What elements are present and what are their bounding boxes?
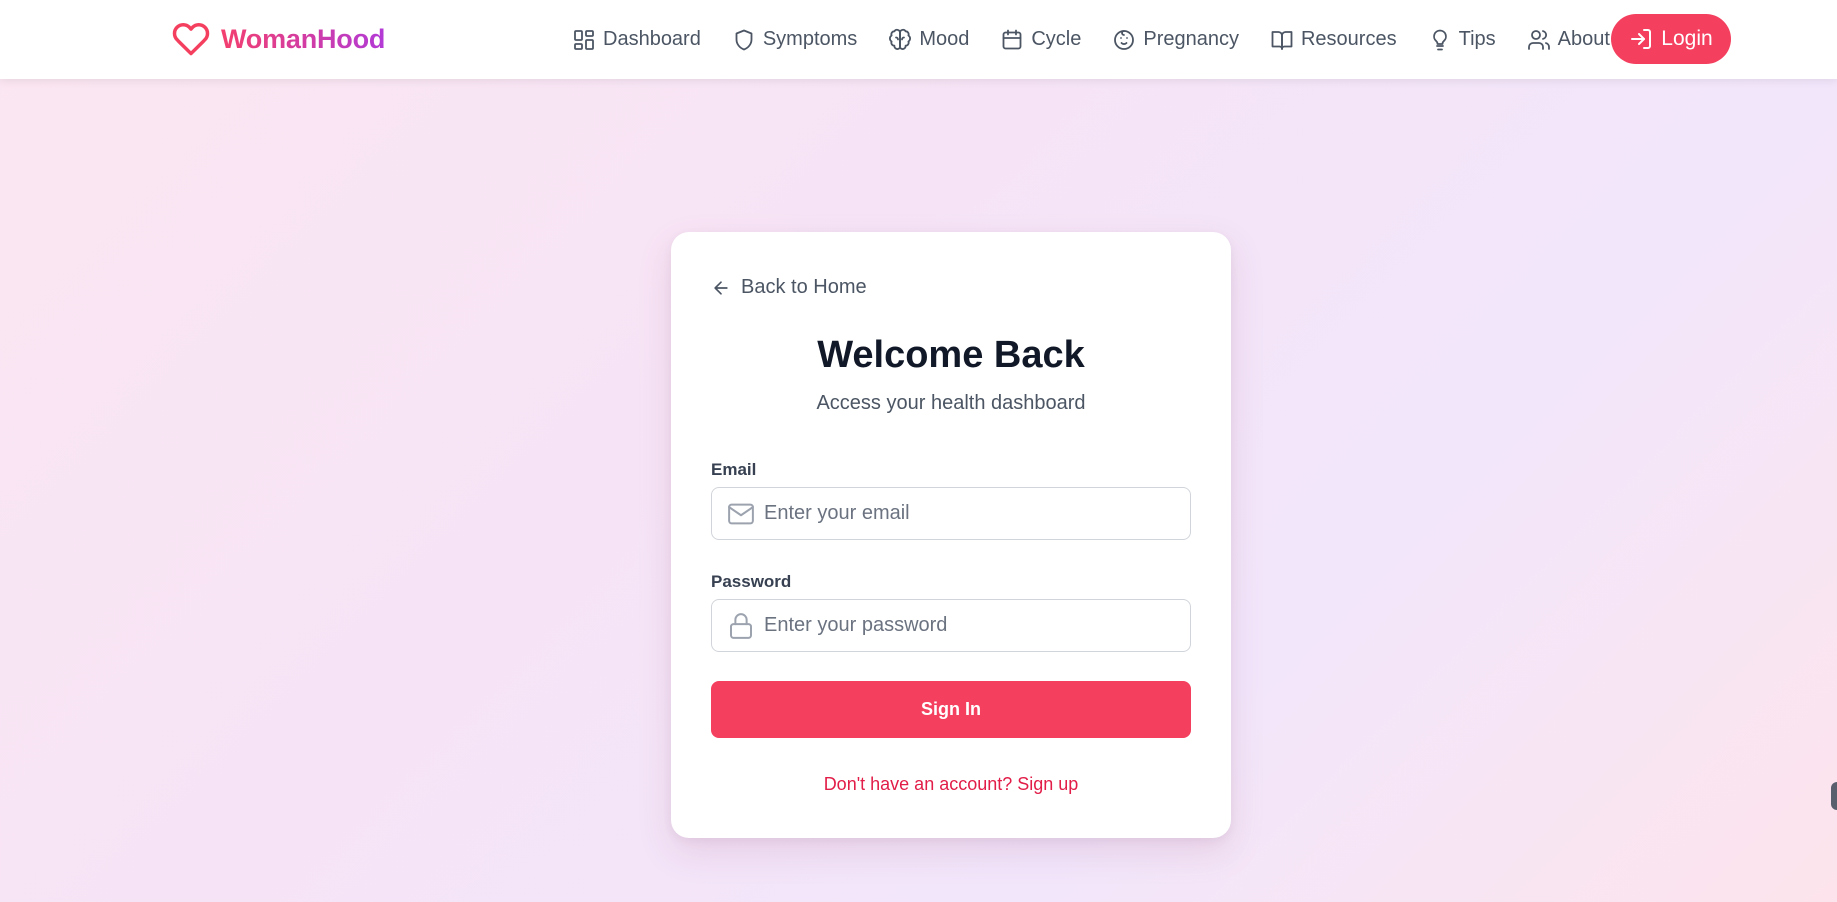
nav-item-mood[interactable]: Mood — [888, 28, 969, 52]
nav-label: Tips — [1458, 28, 1496, 50]
email-input[interactable] — [764, 488, 1190, 539]
baby-icon — [1114, 29, 1135, 50]
brand-logo-link[interactable]: WomanHood — [171, 20, 385, 58]
login-button[interactable]: Login — [1611, 14, 1731, 64]
back-link-label: Back to Home — [741, 276, 867, 298]
nav-label: Cycle — [1031, 28, 1082, 50]
login-button-label: Login — [1661, 27, 1713, 50]
nav-label: Symptoms — [762, 28, 858, 50]
nav-item-pregnancy[interactable]: Pregnancy — [1112, 28, 1239, 52]
nav-item-symptoms[interactable]: Symptoms — [732, 28, 857, 52]
nav-item-resources[interactable]: Resources — [1270, 28, 1397, 52]
nav-label: Pregnancy — [1143, 28, 1239, 50]
lightbulb-icon — [1432, 29, 1447, 50]
calendar-icon — [1002, 29, 1022, 49]
mail-icon — [728, 503, 754, 524]
brain-icon — [889, 28, 912, 50]
nav-item-tips[interactable]: Tips — [1428, 28, 1496, 52]
nav-item-about[interactable]: About — [1527, 28, 1610, 52]
password-input[interactable] — [764, 600, 1190, 651]
password-field-wrapper — [711, 599, 1191, 652]
back-to-home-link[interactable]: Back to Home — [711, 276, 867, 299]
shield-icon — [735, 29, 753, 50]
brand-name: WomanHood — [221, 23, 386, 54]
email-label: Email — [711, 460, 757, 479]
nav-label: Resources — [1300, 28, 1397, 50]
edge-scroll-handle[interactable] — [1831, 782, 1837, 810]
nav-label: About — [1557, 28, 1610, 50]
sign-in-button[interactable]: Sign In — [711, 681, 1191, 738]
top-navbar: WomanHood Dashboard Symptoms Mood Cycle … — [0, 0, 1837, 79]
lock-icon — [730, 612, 752, 639]
nav-label: Mood — [919, 28, 970, 50]
page-subtitle: Access your health dashboard — [816, 392, 1086, 414]
login-icon — [1631, 29, 1652, 49]
nav-item-cycle[interactable]: Cycle — [1000, 28, 1081, 52]
main-nav: Dashboard Symptoms Mood Cycle Pregnancy … — [572, 0, 1610, 79]
nav-label: Dashboard — [603, 28, 701, 50]
users-icon — [1527, 29, 1550, 50]
heart-icon — [172, 22, 210, 56]
dashboard-icon — [574, 29, 594, 50]
sign-up-link[interactable]: Don't have an account? Sign up — [671, 774, 1231, 795]
arrow-left-icon — [714, 280, 728, 295]
nav-item-dashboard[interactable]: Dashboard — [572, 28, 701, 52]
login-card: Back to Home Welcome Back Access your he… — [671, 232, 1231, 838]
password-label: Password — [711, 572, 792, 591]
page-title: Welcome Back — [817, 334, 1085, 376]
email-field-wrapper — [711, 487, 1191, 540]
book-icon — [1271, 30, 1293, 50]
